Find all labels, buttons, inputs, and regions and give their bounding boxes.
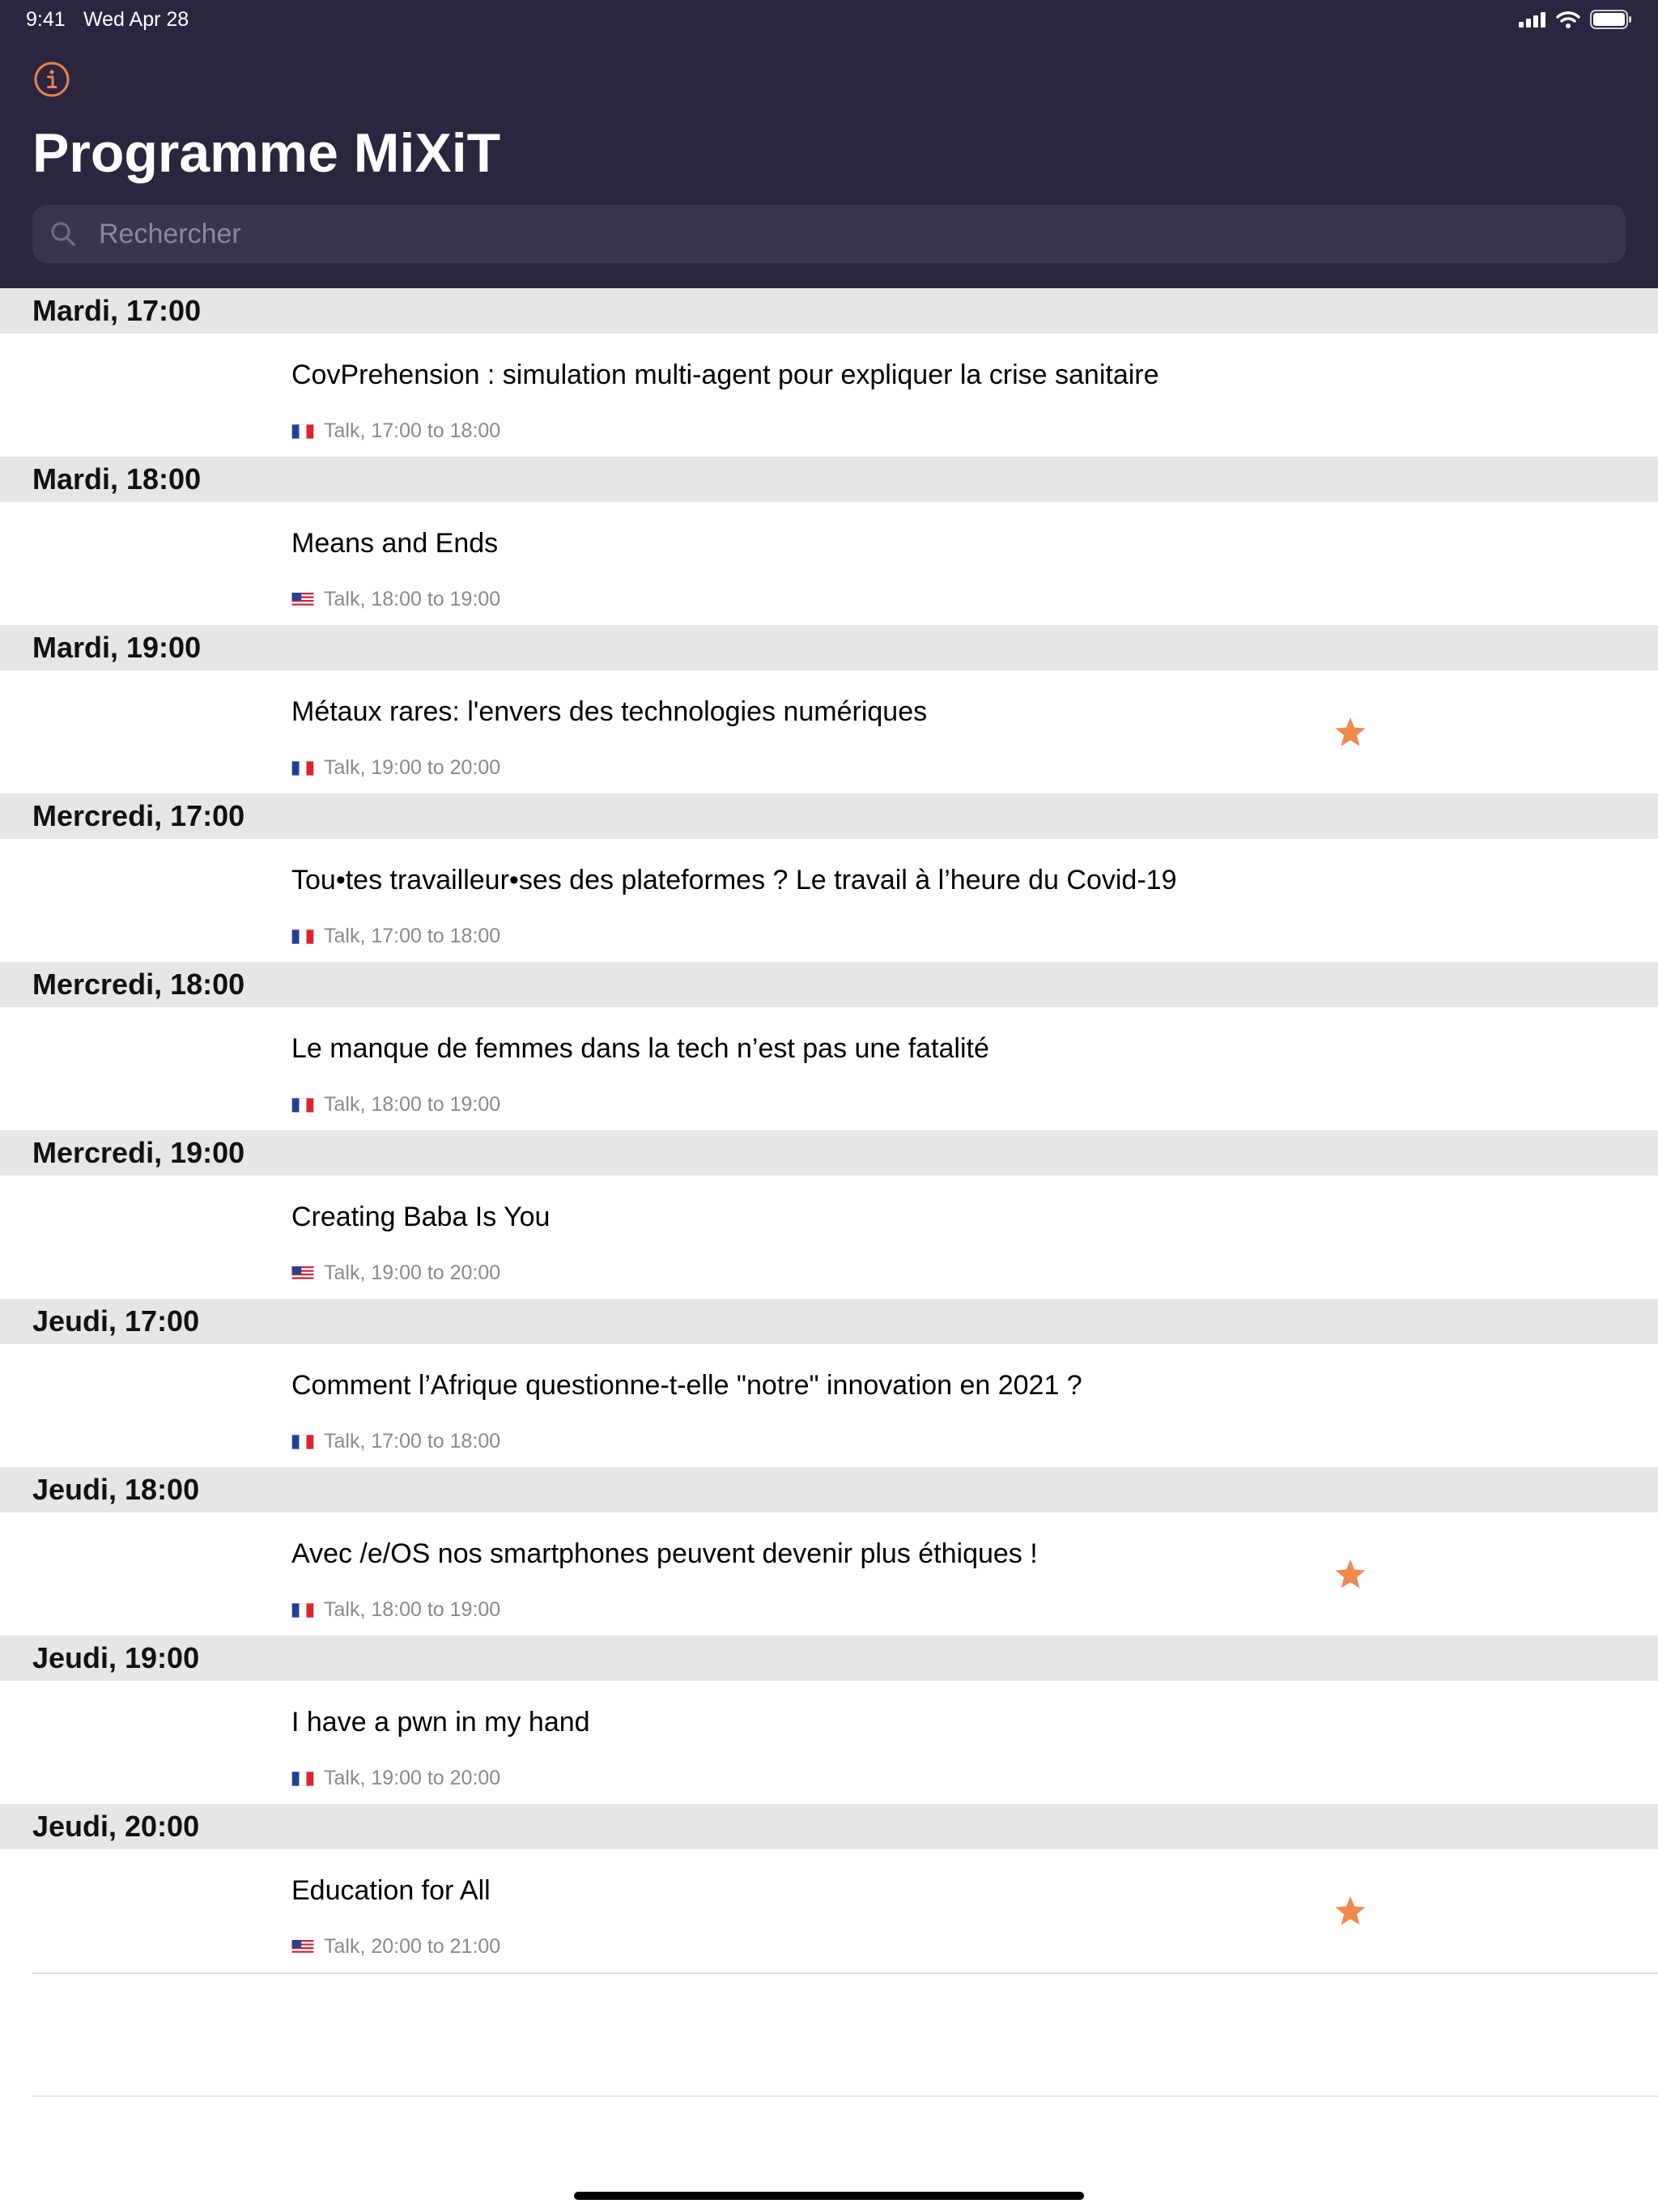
flag-us-icon [291,1939,314,1955]
home-indicator[interactable] [574,2192,1084,2200]
session-title: Avec /e/OS nos smartphones peuvent deven… [291,1538,1038,1569]
session-row[interactable]: Means and Ends Talk, 18:00 to 19:00 [0,502,1658,625]
section-header: Mardi, 18:00 [0,457,1658,502]
flag-fr-icon [291,760,314,776]
session-time: Talk, 17:00 to 18:00 [324,419,501,442]
session-list[interactable]: Mardi, 17:00 CovPrehension : simulation m… [0,288,1658,1972]
section-header: Mercredi, 19:00 [0,1130,1658,1176]
session-row[interactable]: Creating Baba Is You Talk, 19:00 to 20:00 [0,1176,1658,1299]
session-meta: Talk, 17:00 to 18:00 [291,925,500,948]
session-time: Talk, 19:00 to 20:00 [324,756,501,779]
flag-fr-icon [291,1434,314,1449]
session-time: Talk, 19:00 to 20:00 [324,1261,501,1284]
session-meta: Talk, 18:00 to 19:00 [291,588,500,611]
session-title: Le manque de femmes dans la tech n’est p… [291,1033,989,1064]
session-title: I have a pwn in my hand [291,1707,590,1738]
session-title: Creating Baba Is You [291,1202,551,1232]
session-title: Education for All [291,1875,491,1906]
section-header: Jeudi, 17:00 [0,1299,1658,1344]
cellular-signal-icon [1519,12,1545,28]
session-time: Talk, 18:00 to 19:00 [324,588,501,610]
section-header: Jeudi, 18:00 [0,1467,1658,1512]
page-title: Programme MiXiT [32,122,501,184]
session-row[interactable]: CovPrehension : simulation multi-agent p… [0,334,1658,457]
session-time: Talk, 20:00 to 21:00 [324,1935,501,1958]
session-row[interactable]: Métaux rares: l'envers des technologies … [0,670,1658,793]
session-title: Means and Ends [291,528,499,559]
list-divider [32,1972,1658,1974]
session-time: Talk, 17:00 to 18:00 [324,925,501,947]
session-title: Métaux rares: l'envers des technologies … [291,696,928,727]
status-date: Wed Apr 28 [83,8,189,31]
section-header: Mardi, 17:00 [0,288,1658,334]
search-input[interactable] [97,217,1558,251]
session-row[interactable]: Tou•tes travailleur•ses des plateformes … [0,839,1658,962]
favorite-star-icon[interactable] [1334,1558,1367,1590]
session-meta: Talk, 20:00 to 21:00 [291,1935,500,1959]
section-header: Mardi, 19:00 [0,625,1658,670]
flag-us-icon [291,592,314,607]
flag-us-icon [291,1266,314,1281]
session-meta: Talk, 19:00 to 20:00 [291,756,500,780]
session-time: Talk, 18:00 to 19:00 [324,1598,501,1621]
info-button[interactable] [32,60,71,99]
session-meta: Talk, 17:00 to 18:00 [291,1430,500,1453]
session-row[interactable]: Avec /e/OS nos smartphones peuvent deven… [0,1512,1658,1636]
flag-fr-icon [291,929,314,944]
list-divider [32,2095,1658,2097]
session-row[interactable]: Comment l’Afrique questionne-t-elle "not… [0,1344,1658,1467]
status-time: 9:41 [26,8,66,31]
search-icon [51,222,75,246]
info-icon [34,62,70,97]
flag-fr-icon [291,1602,314,1618]
session-row[interactable]: Education for All Talk, 20:00 to 21:00 [0,1849,1658,1972]
section-header: Jeudi, 19:00 [0,1636,1658,1681]
section-header: Mercredi, 18:00 [0,962,1658,1007]
session-meta: Talk, 18:00 to 19:00 [291,1598,500,1622]
session-meta: Talk, 17:00 to 18:00 [291,419,500,443]
session-time: Talk, 19:00 to 20:00 [324,1767,501,1789]
search-bar[interactable] [32,205,1626,263]
session-row[interactable]: Le manque de femmes dans la tech n’est p… [0,1007,1658,1130]
flag-fr-icon [291,1097,314,1112]
session-title: CovPrehension : simulation multi-agent p… [291,359,1159,390]
wifi-icon [1556,11,1580,28]
session-row[interactable]: I have a pwn in my hand Talk, 19:00 to 20… [0,1681,1658,1804]
session-time: Talk, 17:00 to 18:00 [324,1430,501,1453]
flag-fr-icon [291,423,314,439]
section-header: Mercredi, 17:00 [0,793,1658,839]
flag-fr-icon [291,1771,314,1786]
session-time: Talk, 18:00 to 19:00 [324,1093,501,1116]
session-meta: Talk, 18:00 to 19:00 [291,1093,500,1117]
favorite-star-icon[interactable] [1334,716,1367,748]
session-title: Tou•tes travailleur•ses des plateformes … [291,865,1177,895]
session-meta: Talk, 19:00 to 20:00 [291,1767,500,1790]
session-title: Comment l’Afrique questionne-t-elle "not… [291,1370,1082,1401]
favorite-star-icon[interactable] [1334,1895,1367,1927]
status-icons [1519,10,1632,29]
section-header: Jeudi, 20:00 [0,1804,1658,1849]
battery-icon [1590,10,1631,29]
session-meta: Talk, 19:00 to 20:00 [291,1261,500,1285]
navigation-header: 9:41 Wed Apr 28 Programme MiXiT [0,0,1658,288]
